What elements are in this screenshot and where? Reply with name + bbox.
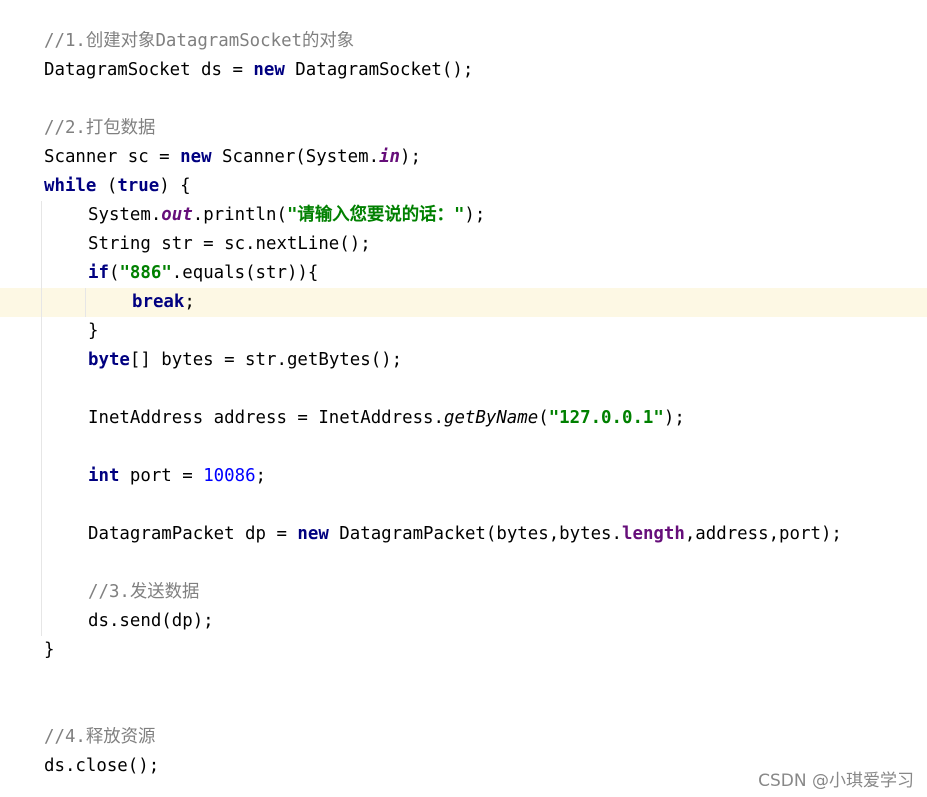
code-line-9: if("886".equals(str)){: [0, 259, 927, 288]
code-line-11: }: [0, 317, 927, 346]
keyword: new: [297, 524, 329, 544]
code-line-8: String str = sc.nextLine();: [0, 230, 927, 259]
code-line-23-blank: [0, 665, 927, 694]
string-literal: "886": [119, 263, 172, 283]
indent-guide: [41, 317, 42, 346]
code-text: ;: [184, 292, 195, 312]
indent-guide: [41, 375, 42, 404]
instance-field: length: [622, 524, 685, 544]
code-line-15-blank: [0, 433, 927, 462]
code-text: }: [88, 321, 99, 341]
code-line-13-blank: [0, 375, 927, 404]
code-line-2: DatagramSocket ds = new DatagramSocket()…: [0, 56, 927, 85]
code-line-7: System.out.println("请输入您要说的话：");: [0, 201, 927, 230]
comment: //2.打包数据: [44, 118, 156, 138]
static-field: out: [161, 205, 193, 225]
code-line-18: DatagramPacket dp = new DatagramPacket(b…: [0, 520, 927, 549]
keyword: while: [44, 176, 97, 196]
code-line-5: Scanner sc = new Scanner(System.in);: [0, 143, 927, 172]
code-text: [] bytes = str.getBytes();: [129, 350, 403, 370]
string-literal: "127.0.0.1": [548, 408, 664, 428]
indent-guide: [41, 578, 42, 607]
code-text: );: [464, 205, 486, 225]
keyword: true: [117, 176, 160, 196]
code-line-10-current[interactable]: break;: [0, 288, 927, 317]
code-line-24-blank: [0, 694, 927, 723]
code-text: System.: [88, 205, 162, 225]
static-field: in: [379, 147, 401, 167]
code-text: Scanner sc =: [44, 147, 181, 167]
keyword: new: [253, 60, 285, 80]
keyword: break: [132, 292, 185, 312]
comment: //1.创建对象DatagramSocket的对象: [44, 31, 355, 51]
code-editor[interactable]: //1.创建对象DatagramSocket的对象 DatagramSocket…: [0, 27, 927, 781]
code-text: (: [538, 408, 549, 428]
keyword: int: [88, 466, 120, 486]
code-line-6: while (true) {: [0, 172, 927, 201]
code-text: );: [663, 408, 685, 428]
comment: //3.发送数据: [88, 582, 200, 602]
code-text: }: [44, 640, 55, 660]
code-line-19-blank: [0, 549, 927, 578]
code-line-4: //2.打包数据: [0, 114, 927, 143]
csdn-watermark: CSDN @小琪爱学习: [758, 771, 914, 791]
code-line-3-blank: [0, 85, 927, 114]
code-text: DatagramPacket(bytes,bytes.: [328, 524, 622, 544]
comment: //4.释放资源: [44, 727, 156, 747]
indent-guide: [41, 433, 42, 462]
code-line-22: }: [0, 636, 927, 665]
code-text: DatagramSocket ds =: [44, 60, 254, 80]
indent-guide: [41, 404, 42, 433]
code-line-25: //4.释放资源: [0, 723, 927, 752]
code-text: ds.send(dp);: [88, 611, 214, 631]
keyword: new: [180, 147, 212, 167]
code-text: InetAddress address = InetAddress.: [88, 408, 444, 428]
code-text: DatagramSocket();: [284, 60, 474, 80]
indent-guide: [41, 201, 42, 230]
code-line-17-blank: [0, 491, 927, 520]
code-text: .println(: [192, 205, 287, 225]
code-text: (: [108, 263, 120, 283]
code-line-21: ds.send(dp);: [0, 607, 927, 636]
indent-guide: [41, 520, 42, 549]
indent-guide: [41, 230, 42, 259]
code-text: port =: [119, 466, 204, 486]
code-text: ;: [255, 466, 267, 486]
code-text: Scanner(System.: [211, 147, 380, 167]
indent-guide: [41, 607, 42, 636]
code-text: );: [400, 147, 421, 167]
code-text: ,address,port);: [684, 524, 842, 544]
indent-guide: [41, 462, 42, 491]
static-method: getByName: [443, 408, 539, 428]
keyword: if: [88, 263, 109, 283]
keyword: byte: [88, 350, 130, 370]
code-line-20: //3.发送数据: [0, 578, 927, 607]
indent-guide: [41, 288, 42, 317]
indent-guide: [41, 549, 42, 578]
indent-guide: [41, 346, 42, 375]
code-text: .equals(str)){: [171, 263, 319, 283]
code-text: String str = sc.nextLine();: [88, 234, 371, 254]
code-text: ds.close();: [44, 756, 160, 776]
number-literal: 10086: [203, 466, 256, 486]
string-literal: "请输入您要说的话：": [286, 205, 465, 225]
code-text: DatagramPacket dp =: [88, 524, 298, 544]
code-text: ) {: [159, 176, 191, 196]
indent-guide: [41, 491, 42, 520]
code-line-14: InetAddress address = InetAddress.getByN…: [0, 404, 927, 433]
code-line-12: byte[] bytes = str.getBytes();: [0, 346, 927, 375]
indent-guide: [41, 259, 42, 288]
code-line-1: //1.创建对象DatagramSocket的对象: [0, 27, 927, 56]
code-text: (: [96, 176, 118, 196]
indent-guide: [85, 288, 86, 317]
code-line-16: int port = 10086;: [0, 462, 927, 491]
